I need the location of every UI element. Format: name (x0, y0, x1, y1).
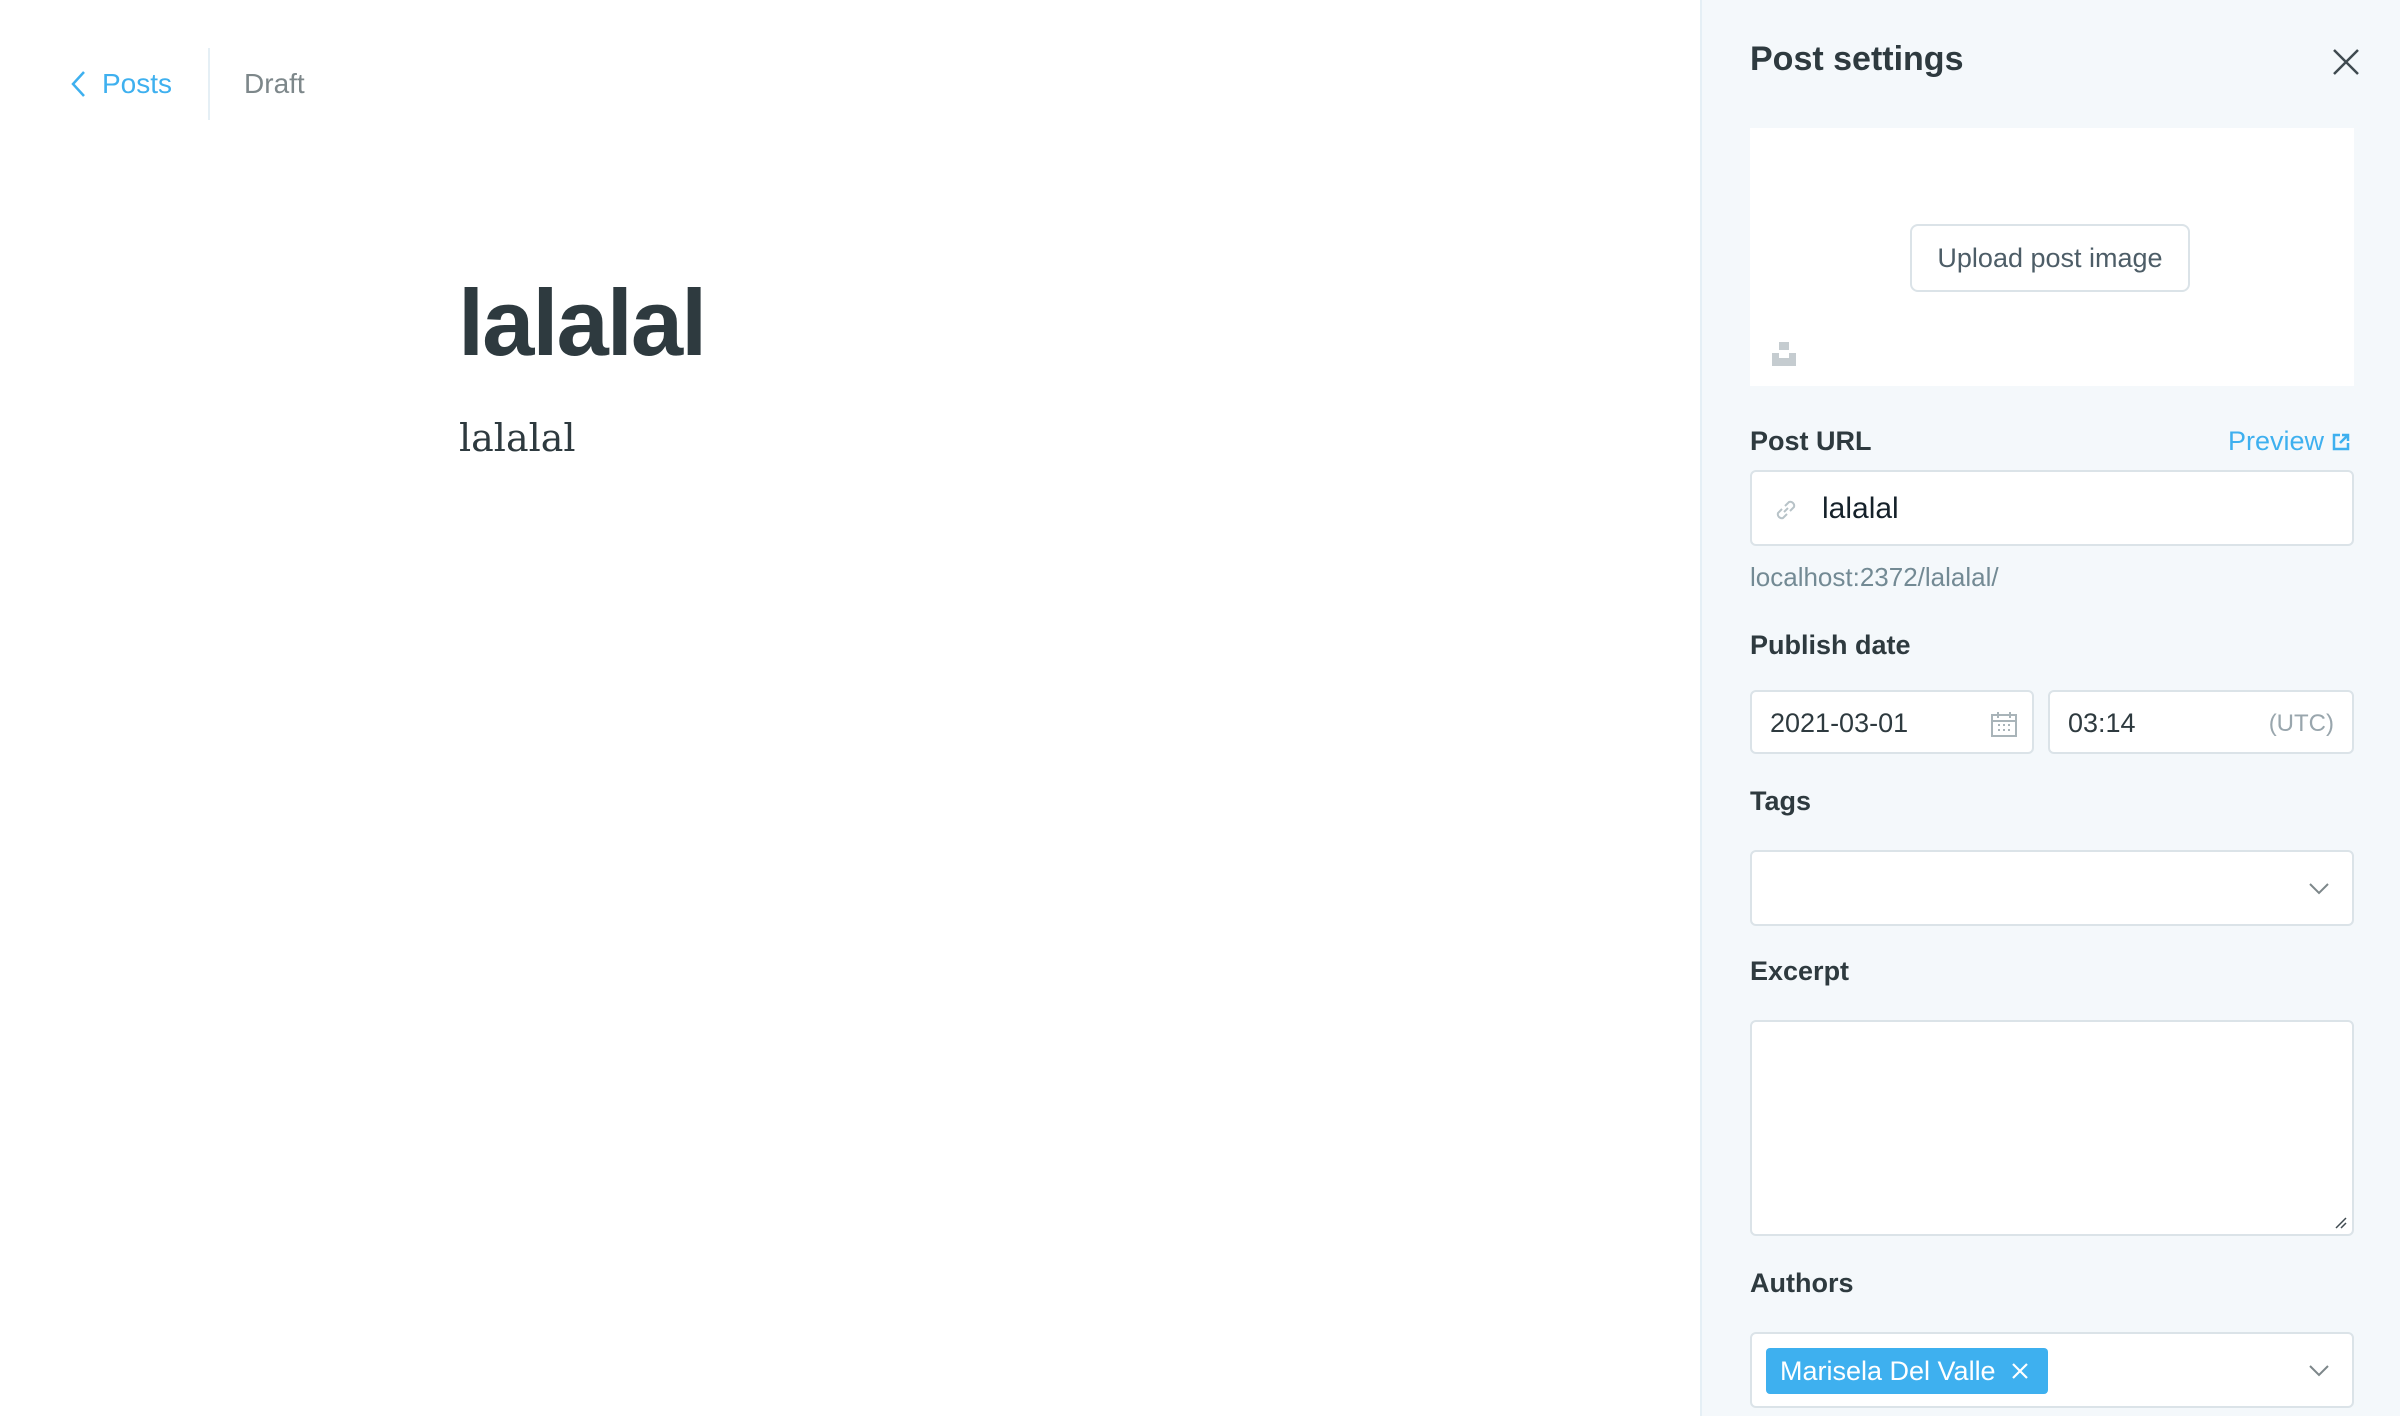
breadcrumb-divider (208, 48, 211, 120)
post-url-full: localhost:2372/lalalal/ (1750, 562, 1999, 592)
authors-label: Authors (1750, 1268, 1854, 1298)
author-token[interactable]: Marisela Del Valle (1766, 1348, 2048, 1394)
close-icon[interactable] (2330, 46, 2362, 78)
token-remove-icon[interactable] (2010, 1361, 2030, 1381)
author-name: Marisela Del Valle (1780, 1355, 1996, 1386)
post-settings-panel: Post settings Upload post image Post URL… (1700, 0, 2400, 1416)
authors-select[interactable]: Marisela Del Valle (1750, 1332, 2354, 1408)
unsplash-icon[interactable] (1770, 340, 1798, 368)
excerpt-label: Excerpt (1750, 956, 1850, 986)
publish-date-value: 2021-03-01 (1770, 708, 1909, 738)
link-icon (1776, 500, 1796, 520)
editor-area: Posts Draft lalalal lalalal (0, 0, 1700, 1416)
panel-title: Post settings (1750, 40, 1964, 78)
tags-select[interactable] (1750, 850, 2354, 926)
upload-post-image-button[interactable]: Upload post image (1910, 224, 2190, 292)
external-link-icon (2332, 433, 2350, 450)
post-url-value: lalalal (1822, 492, 1899, 525)
timezone-label: (UTC) (2268, 710, 2334, 737)
preview-label: Preview (2228, 426, 2325, 456)
calendar-icon[interactable] (1990, 710, 2018, 738)
publish-date-input[interactable]: 2021-03-01 (1750, 690, 2034, 754)
post-title[interactable]: lalalal (458, 268, 707, 378)
publish-date-label: Publish date (1750, 630, 1911, 660)
post-url-label: Post URL (1750, 426, 1872, 456)
excerpt-textarea[interactable] (1750, 1020, 2354, 1236)
post-status: Draft (244, 68, 305, 99)
chevron-left-icon (71, 71, 85, 97)
back-link-label: Posts (102, 68, 173, 99)
resize-grip-icon[interactable] (2332, 1214, 2348, 1230)
post-image-dropzone[interactable]: Upload post image (1750, 128, 2354, 386)
back-to-posts-link[interactable]: Posts (68, 68, 172, 100)
post-body[interactable]: lalalal (459, 410, 576, 466)
chevron-down-icon (2309, 1365, 2329, 1377)
chevron-down-icon (2309, 883, 2329, 895)
publish-time-value: 03:14 (2068, 708, 2136, 738)
tags-label: Tags (1750, 786, 1812, 816)
breadcrumb: Posts Draft (68, 48, 305, 120)
preview-link[interactable]: Preview (2228, 426, 2350, 457)
post-url-input[interactable]: lalalal (1750, 470, 2354, 546)
publish-time-input[interactable]: 03:14 (UTC) (2048, 690, 2354, 754)
